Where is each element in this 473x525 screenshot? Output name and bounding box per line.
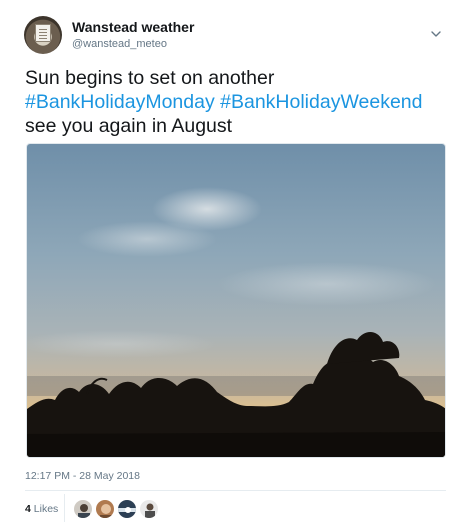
liker-avatar[interactable] — [73, 499, 93, 519]
tweet-text-line: Sun begins to set on another — [25, 67, 275, 89]
author-handle[interactable]: @wanstead_meteo — [72, 38, 167, 50]
liker-avatar[interactable] — [139, 499, 159, 519]
stat-separator — [64, 494, 65, 522]
author-name[interactable]: Wanstead weather — [72, 19, 194, 35]
tweet-text-line: see you again in August — [25, 115, 233, 137]
liker-avatar[interactable] — [95, 499, 115, 519]
weather-screen-icon — [35, 24, 51, 42]
tweet-text: Sun begins to set on another #BankHolida… — [25, 66, 455, 138]
tweet-card: Wanstead weather @wanstead_meteo Sun beg… — [0, 0, 473, 525]
divider — [25, 490, 446, 491]
tweet-photo[interactable] — [26, 143, 446, 458]
hashtag-link[interactable]: #BankHolidayWeekend — [220, 91, 422, 113]
chevron-down-icon[interactable] — [428, 26, 444, 42]
likes-label: Likes — [33, 503, 59, 515]
likes-stat[interactable]: 4 Likes — [25, 503, 58, 515]
liker-avatar[interactable] — [117, 499, 137, 519]
sunset-photo-icon — [27, 144, 445, 457]
hashtag-link[interactable]: #BankHolidayMonday — [25, 91, 215, 113]
tweet-header: Wanstead weather @wanstead_meteo — [24, 16, 454, 56]
tweet-timestamp[interactable]: 12:17 PM - 28 May 2018 — [25, 470, 140, 482]
tweet-text-hashtags: #BankHolidayMonday #BankHolidayWeekend — [25, 90, 455, 114]
likes-count: 4 — [25, 503, 31, 515]
author-avatar[interactable] — [24, 16, 62, 54]
